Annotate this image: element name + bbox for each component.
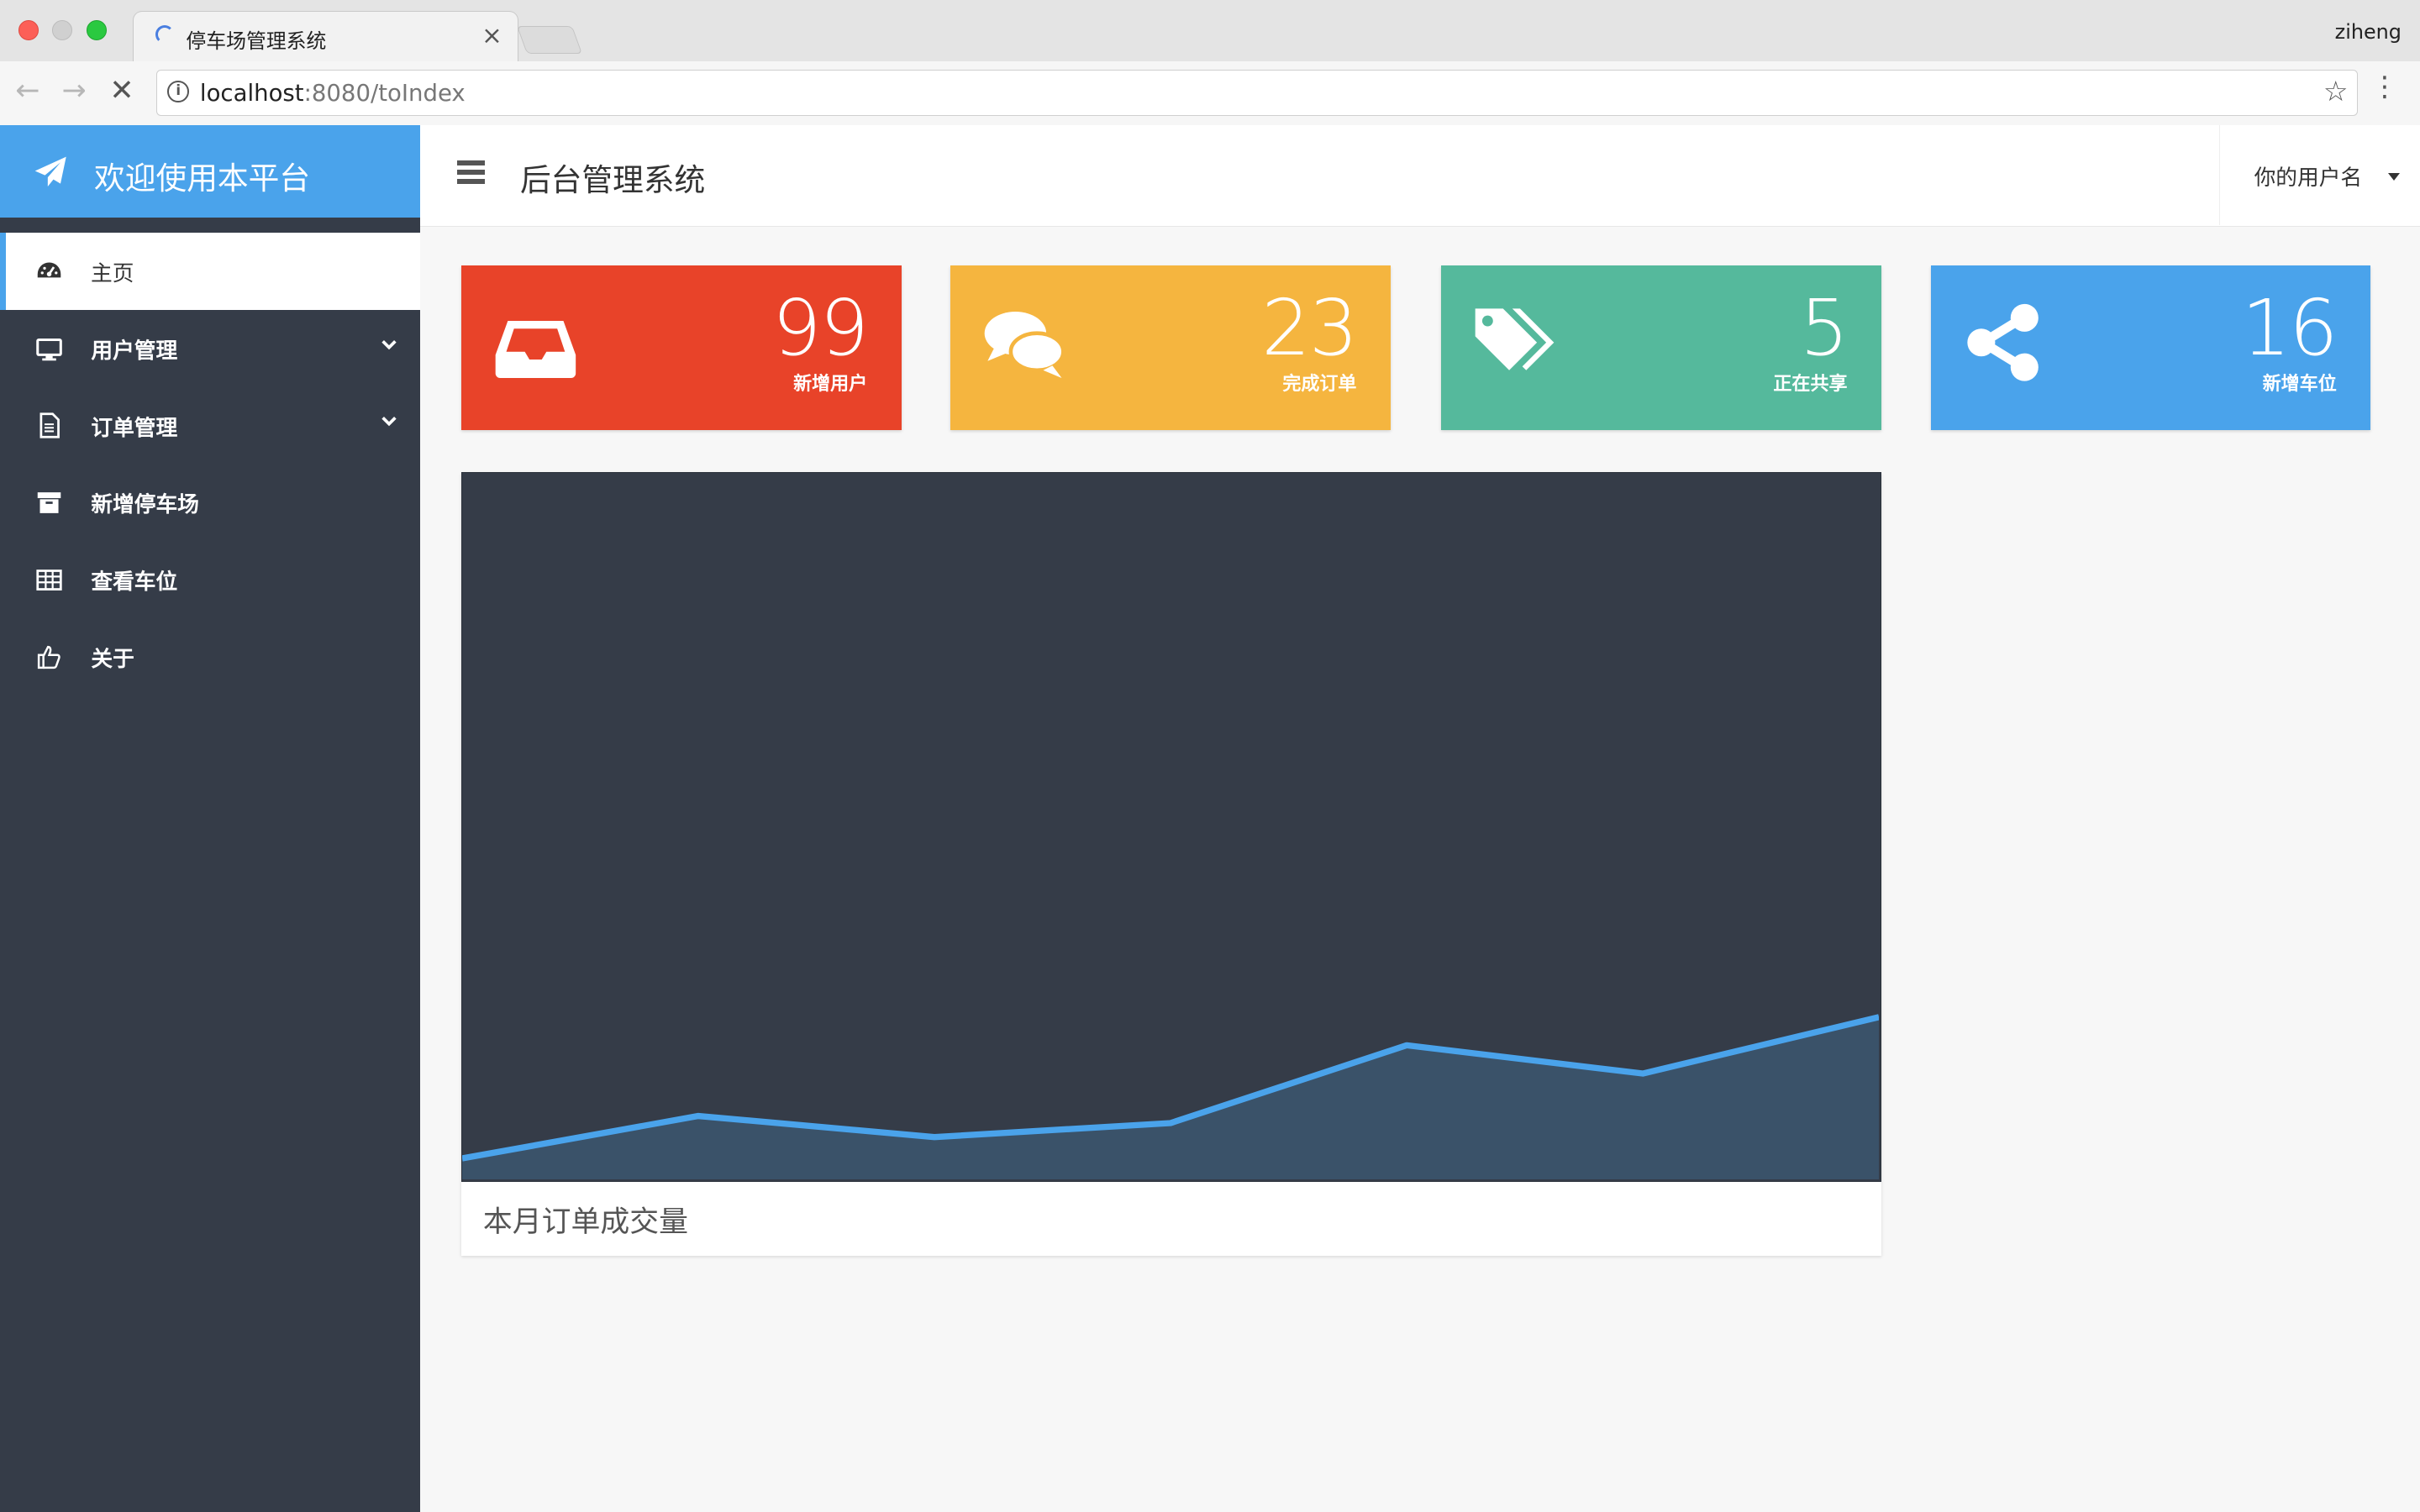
sidebar-item-label: 查看车位 [91, 570, 178, 596]
file-icon [39, 412, 60, 439]
comments-icon [984, 312, 1065, 378]
brand-title: 欢迎使用本平台 [94, 160, 311, 197]
url-path: :8080/toIndex [303, 79, 466, 107]
sidebar-item-user-management[interactable]: 用户管理 [0, 310, 420, 387]
tab-strip: 停车场管理系统 × ziheng [0, 0, 2420, 62]
close-window-button[interactable] [18, 19, 39, 40]
new-tab-button[interactable] [516, 26, 582, 55]
caret-down-icon [2388, 172, 2401, 181]
area-chart [461, 472, 1881, 1182]
page-title: 后台管理系统 [519, 161, 706, 198]
top-header: 后台管理系统 你的用户名 [419, 124, 2420, 227]
sidebar-item-label: 用户管理 [91, 338, 178, 364]
stat-card-new-spaces[interactable]: 16 新增车位 [1930, 265, 2371, 431]
sidebar-item-label: 主页 [91, 260, 134, 286]
forward-arrow-icon[interactable]: → [61, 74, 86, 108]
stat-label: 正在共享 [1773, 373, 1848, 395]
info-icon[interactable]: i [167, 81, 190, 103]
url-text[interactable]: localhost:8080/toIndex [200, 80, 466, 107]
tab-title: 停车场管理系统 [186, 29, 327, 53]
sidebar-item-label: 订单管理 [91, 415, 178, 441]
bookmark-star-icon[interactable]: ☆ [2323, 75, 2349, 108]
chevron-down-icon [381, 417, 397, 427]
stat-value: 16 [2241, 282, 2338, 373]
stat-card-completed-orders[interactable]: 23 完成订单 [950, 265, 1391, 431]
stat-value: 23 [1261, 282, 1358, 373]
stat-value: 5 [1799, 282, 1849, 373]
browser-menu-icon[interactable]: ⋮ [2370, 72, 2398, 100]
stat-card-sharing[interactable]: 5 正在共享 [1441, 265, 1881, 431]
stat-value: 99 [772, 282, 869, 373]
sidebar-item-label: 关于 [91, 647, 134, 673]
sidebar-item-about[interactable]: 关于 [0, 619, 420, 696]
stat-label: 完成订单 [1282, 373, 1357, 395]
url-host: localhost [199, 79, 304, 107]
address-bar[interactable]: i localhost:8080/toIndex ☆ [155, 69, 2359, 116]
inbox-icon [495, 321, 576, 378]
sidebar: 欢迎使用本平台 主页 用户管理 订单管理 新增停车场 查看车位 关于 [0, 124, 420, 1512]
table-icon [36, 570, 62, 591]
hamburger-menu-icon[interactable] [456, 160, 485, 185]
sidebar-item-home[interactable]: 主页 [0, 233, 420, 311]
share-icon [1967, 303, 2039, 381]
stat-label: 新增车位 [2262, 373, 2337, 395]
chevron-down-icon [381, 339, 397, 349]
chart-caption: 本月订单成交量 [482, 1205, 688, 1240]
sidebar-item-add-parking-lot[interactable]: 新增停车场 [0, 465, 420, 542]
desktop-icon [36, 338, 63, 360]
paper-plane-icon [35, 157, 67, 187]
brand-bar[interactable]: 欢迎使用本平台 [0, 124, 420, 226]
stat-card-new-users[interactable]: 99 新增用户 [461, 265, 902, 431]
browser-chrome: 停车场管理系统 × ziheng ← → ✕ i localhost:8080/… [0, 0, 2420, 125]
order-volume-panel: 本月订单成交量 [461, 472, 1881, 1257]
browser-tab[interactable]: 停车场管理系统 × [132, 10, 519, 62]
tab-close-button[interactable]: × [481, 21, 502, 50]
chart-area-fill [462, 1016, 1880, 1180]
archive-icon [37, 492, 61, 514]
stop-loading-icon[interactable]: ✕ [109, 74, 134, 108]
dashboard-icon [37, 262, 61, 278]
stat-label: 新增用户 [793, 373, 868, 395]
user-dropdown[interactable]: 你的用户名 [2219, 124, 2420, 226]
sidebar-item-view-spaces[interactable]: 查看车位 [0, 542, 420, 619]
profile-name[interactable]: ziheng [2335, 20, 2402, 44]
tags-icon [1475, 308, 1555, 370]
sidebar-item-order-management[interactable]: 订单管理 [0, 387, 420, 465]
maximize-window-button[interactable] [86, 19, 107, 40]
thumbs-up-icon [38, 645, 61, 669]
chart-svg [462, 1014, 1880, 1180]
username-label: 你的用户名 [2254, 165, 2363, 191]
loading-spinner-icon [155, 25, 174, 45]
minimize-window-button[interactable] [52, 19, 73, 40]
browser-toolbar: ← → ✕ i localhost:8080/toIndex ☆ ⋮ [0, 61, 2420, 125]
back-arrow-icon[interactable]: ← [15, 74, 39, 108]
sidebar-item-label: 新增停车场 [91, 492, 199, 518]
